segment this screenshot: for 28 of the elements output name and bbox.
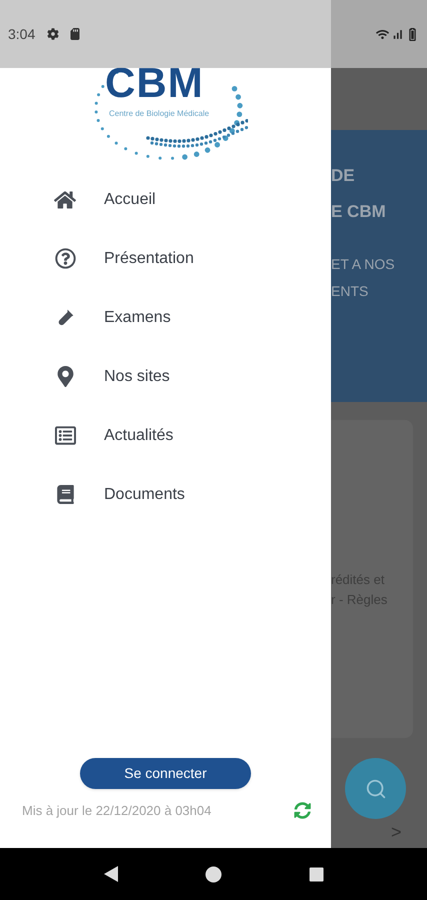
- banner-text: ET A NOS: [331, 255, 396, 274]
- back-icon[interactable]: [103, 865, 120, 883]
- signal-icon: [391, 28, 404, 40]
- login-button[interactable]: Se connecter: [80, 758, 251, 788]
- search-icon: [364, 778, 386, 800]
- list-icon: [54, 425, 76, 446]
- banner-text: DE: [331, 165, 356, 187]
- gear-icon: [47, 28, 60, 40]
- drawer-item[interactable]: Présentation: [0, 229, 331, 288]
- book-icon: [56, 485, 74, 504]
- home-circle-icon[interactable]: [205, 866, 222, 882]
- banner-text: E CBM: [331, 200, 387, 222]
- refresh-icon[interactable]: [294, 802, 311, 819]
- map-pin-icon: [54, 366, 76, 387]
- drawer-item[interactable]: Nos sites: [0, 347, 331, 406]
- logo-title: CBM: [105, 62, 204, 104]
- house-icon: [54, 188, 76, 210]
- drawer-item[interactable]: Examens: [0, 288, 331, 347]
- status-time: 3:04: [8, 24, 36, 44]
- drawer-item[interactable]: Documents: [0, 465, 331, 524]
- logo-subtitle: Centre de Biologie Médicale: [109, 108, 210, 120]
- sd-card-icon: [69, 28, 82, 40]
- drawer-item[interactable]: Actualités: [0, 406, 331, 465]
- drawer-item[interactable]: Accueil: [0, 170, 331, 229]
- banner-text: ENTS: [331, 282, 370, 301]
- recents-icon[interactable]: [308, 866, 324, 882]
- wifi-icon: [376, 28, 389, 40]
- last-updated-text: Mis à jour le 22/12/2020 à 03h04: [22, 802, 212, 820]
